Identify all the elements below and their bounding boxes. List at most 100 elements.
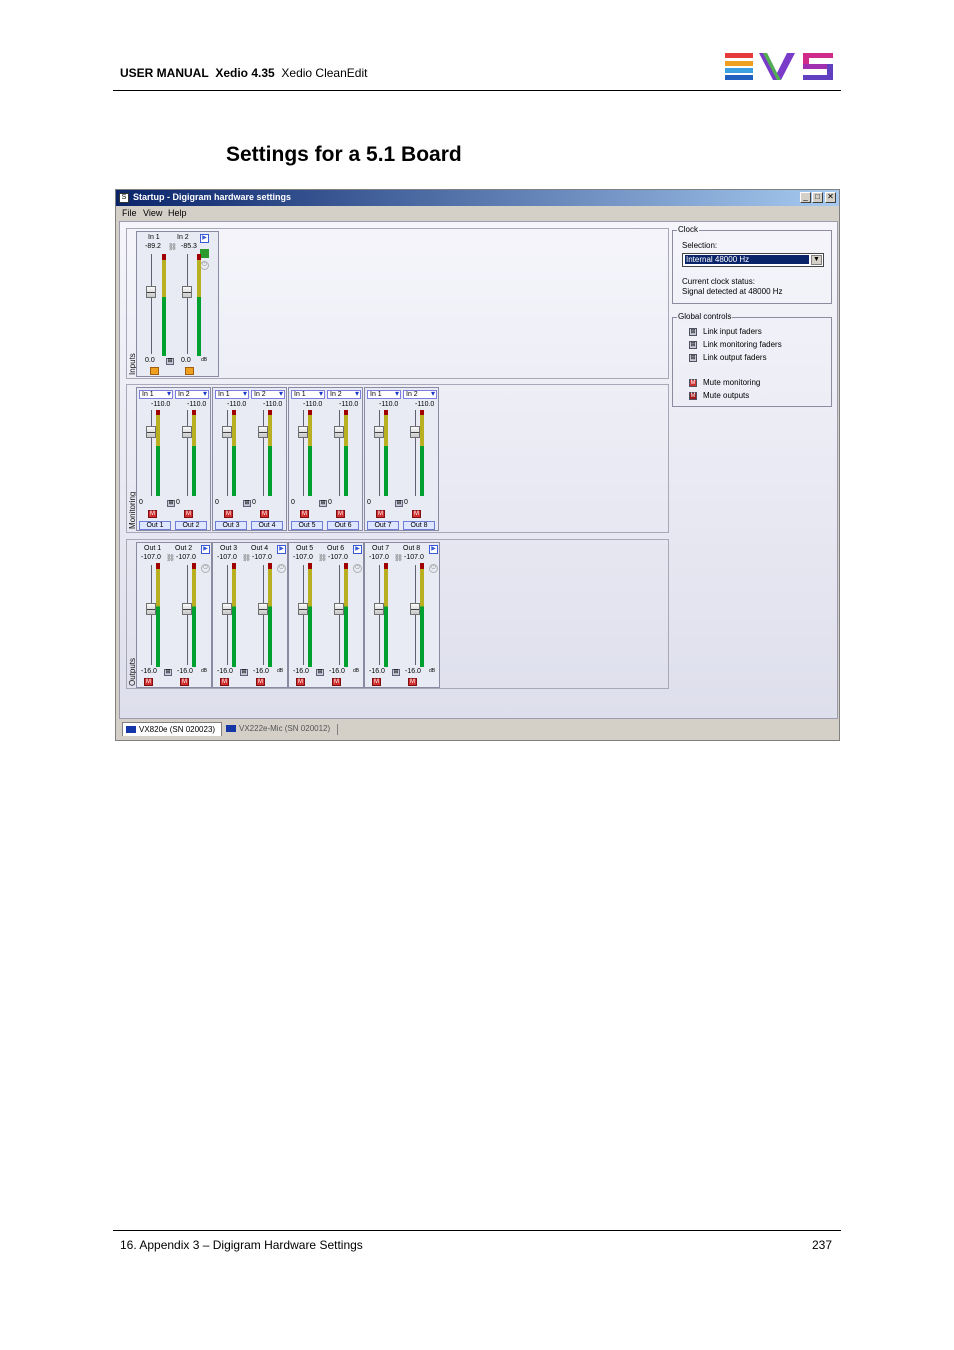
mute-button[interactable]: M bbox=[260, 510, 269, 518]
output-gain-1: -16.0 bbox=[369, 668, 385, 675]
mute-button[interactable]: M bbox=[148, 510, 157, 518]
power-icon[interactable]: ⏻ bbox=[353, 564, 362, 573]
monitor-source-select-2[interactable]: In 2 bbox=[251, 390, 285, 399]
input-level-2: -85.3 bbox=[181, 243, 197, 250]
output-fader-2[interactable] bbox=[182, 603, 192, 615]
monitor-source-select-2[interactable]: In 2 bbox=[403, 390, 437, 399]
maximize-button[interactable]: □ bbox=[812, 192, 823, 203]
link-input-checkbox[interactable]: ⊞ bbox=[689, 328, 697, 336]
mute-button[interactable]: M bbox=[336, 510, 345, 518]
monitor-source-select-1[interactable]: In 1 bbox=[291, 390, 325, 399]
monitor-source-select-1[interactable]: In 1 bbox=[215, 390, 249, 399]
link-faders-button[interactable]: ⊞ bbox=[164, 669, 172, 676]
monitor-peak-2: -110.0 bbox=[415, 401, 435, 408]
power-icon[interactable]: ⏻ bbox=[277, 564, 286, 573]
monitor-output-2-button[interactable]: Out 2 bbox=[175, 521, 207, 530]
mute-button[interactable]: M bbox=[144, 678, 153, 686]
monitor-source-select-1[interactable]: In 1 bbox=[139, 390, 173, 399]
monitor-gain-2: 0 bbox=[404, 499, 408, 506]
clock-selection-label: Selection: bbox=[682, 241, 718, 250]
chevron-down-icon[interactable]: ▼ bbox=[811, 255, 822, 265]
board-flag-icon bbox=[126, 726, 136, 733]
monitor-output-2-button[interactable]: Out 4 bbox=[251, 521, 283, 530]
link-faders-button[interactable]: ⊞ bbox=[166, 358, 174, 365]
link-chain-icon: ⛓ bbox=[166, 555, 175, 562]
menu-help[interactable]: Help bbox=[168, 208, 187, 218]
mute-outputs-checkbox[interactable]: M bbox=[689, 392, 697, 400]
mute-button[interactable]: M bbox=[256, 678, 265, 686]
monitor-output-1-button[interactable]: Out 3 bbox=[215, 521, 247, 530]
mute-button[interactable]: M bbox=[332, 678, 341, 686]
link-faders-button[interactable]: ⊞ bbox=[392, 669, 400, 676]
output-fader-1[interactable] bbox=[298, 603, 308, 615]
output-fader-2[interactable] bbox=[334, 603, 344, 615]
mute-button[interactable]: M bbox=[296, 678, 305, 686]
monitor-fader-track bbox=[227, 410, 228, 496]
minimize-button[interactable]: _ bbox=[800, 192, 811, 203]
monitor-source-select-1[interactable]: In 1 bbox=[367, 390, 401, 399]
link-faders-button[interactable]: ⊞ bbox=[243, 500, 251, 507]
monitor-output-1-button[interactable]: Out 1 bbox=[139, 521, 171, 530]
expand-icon[interactable]: ▶ bbox=[429, 545, 438, 554]
monitor-peak-2: -110.0 bbox=[339, 401, 359, 408]
mute-button[interactable]: M bbox=[412, 510, 421, 518]
input-level-2-icon[interactable] bbox=[185, 367, 194, 375]
mute-button[interactable]: M bbox=[376, 510, 385, 518]
menu-file[interactable]: File bbox=[122, 208, 137, 218]
mute-button[interactable]: M bbox=[184, 510, 193, 518]
mute-button[interactable]: M bbox=[372, 678, 381, 686]
mute-button[interactable]: M bbox=[408, 678, 417, 686]
output-fader-1[interactable] bbox=[374, 603, 384, 615]
power-icon[interactable]: ⏻ bbox=[201, 564, 210, 573]
input-fader-1[interactable] bbox=[146, 286, 156, 298]
output-fader-2[interactable] bbox=[258, 603, 268, 615]
expand-icon[interactable]: ▶ bbox=[200, 234, 209, 243]
close-button[interactable]: ✕ bbox=[825, 192, 836, 203]
input-fader-2[interactable] bbox=[182, 286, 192, 298]
monitor-fader-1[interactable] bbox=[146, 426, 156, 438]
monitor-output-2-button[interactable]: Out 8 bbox=[403, 521, 435, 530]
mute-button[interactable]: M bbox=[220, 678, 229, 686]
expand-icon[interactable]: ▶ bbox=[201, 545, 210, 554]
output-strip: Out 5 Out 6 ▶ -107.0 ⛓ -107.0 ⏻ -16.0 ⊞ -16.0 dB M M bbox=[288, 542, 364, 688]
output-gain-1: -16.0 bbox=[293, 668, 309, 675]
input-level-1-icon[interactable] bbox=[150, 367, 159, 375]
mute-button[interactable]: M bbox=[180, 678, 189, 686]
link-monitoring-checkbox[interactable]: ⊞ bbox=[689, 341, 697, 349]
monitor-fader-2[interactable] bbox=[182, 426, 192, 438]
output-fader-1[interactable] bbox=[222, 603, 232, 615]
mute-button[interactable]: M bbox=[224, 510, 233, 518]
clock-selection-dropdown[interactable]: Internal 48000 Hz ▼ bbox=[682, 253, 824, 267]
tab-vx820e[interactable]: VX820e (SN 020023) bbox=[122, 722, 222, 736]
output-fader-2[interactable] bbox=[410, 603, 420, 615]
output-level-1: -107.0 bbox=[293, 554, 313, 561]
link-output-checkbox[interactable]: ⊞ bbox=[689, 354, 697, 362]
power-icon[interactable]: ⏻ bbox=[429, 564, 438, 573]
play-icon[interactable] bbox=[200, 249, 209, 258]
monitor-source-select-2[interactable]: In 2 bbox=[175, 390, 209, 399]
link-faders-button[interactable]: ⊞ bbox=[316, 669, 324, 676]
monitor-fader-2[interactable] bbox=[258, 426, 268, 438]
monitor-fader-1[interactable] bbox=[298, 426, 308, 438]
monitor-fader-2[interactable] bbox=[410, 426, 420, 438]
link-faders-button[interactable]: ⊞ bbox=[319, 500, 327, 507]
monitor-fader-1[interactable] bbox=[374, 426, 384, 438]
output-fader-1[interactable] bbox=[146, 603, 156, 615]
monitor-meter-1 bbox=[384, 410, 388, 496]
menu-view[interactable]: View bbox=[143, 208, 162, 218]
monitor-output-1-button[interactable]: Out 7 bbox=[367, 521, 399, 530]
link-faders-button[interactable]: ⊞ bbox=[395, 500, 403, 507]
mute-monitoring-checkbox[interactable]: M bbox=[689, 379, 697, 387]
tab-vx222e-mic[interactable]: VX222e-Mic (SN 020012) bbox=[223, 722, 351, 736]
monitor-source-select-2[interactable]: In 2 bbox=[327, 390, 361, 399]
link-faders-button[interactable]: ⊞ bbox=[167, 500, 175, 507]
monitor-fader-1[interactable] bbox=[222, 426, 232, 438]
link-faders-button[interactable]: ⊞ bbox=[240, 669, 248, 676]
mute-button[interactable]: M bbox=[300, 510, 309, 518]
expand-icon[interactable]: ▶ bbox=[353, 545, 362, 554]
expand-icon[interactable]: ▶ bbox=[277, 545, 286, 554]
monitor-output-2-button[interactable]: Out 6 bbox=[327, 521, 359, 530]
monitor-output-1-button[interactable]: Out 5 bbox=[291, 521, 323, 530]
power-icon[interactable]: ⏻ bbox=[200, 261, 209, 270]
monitor-fader-2[interactable] bbox=[334, 426, 344, 438]
